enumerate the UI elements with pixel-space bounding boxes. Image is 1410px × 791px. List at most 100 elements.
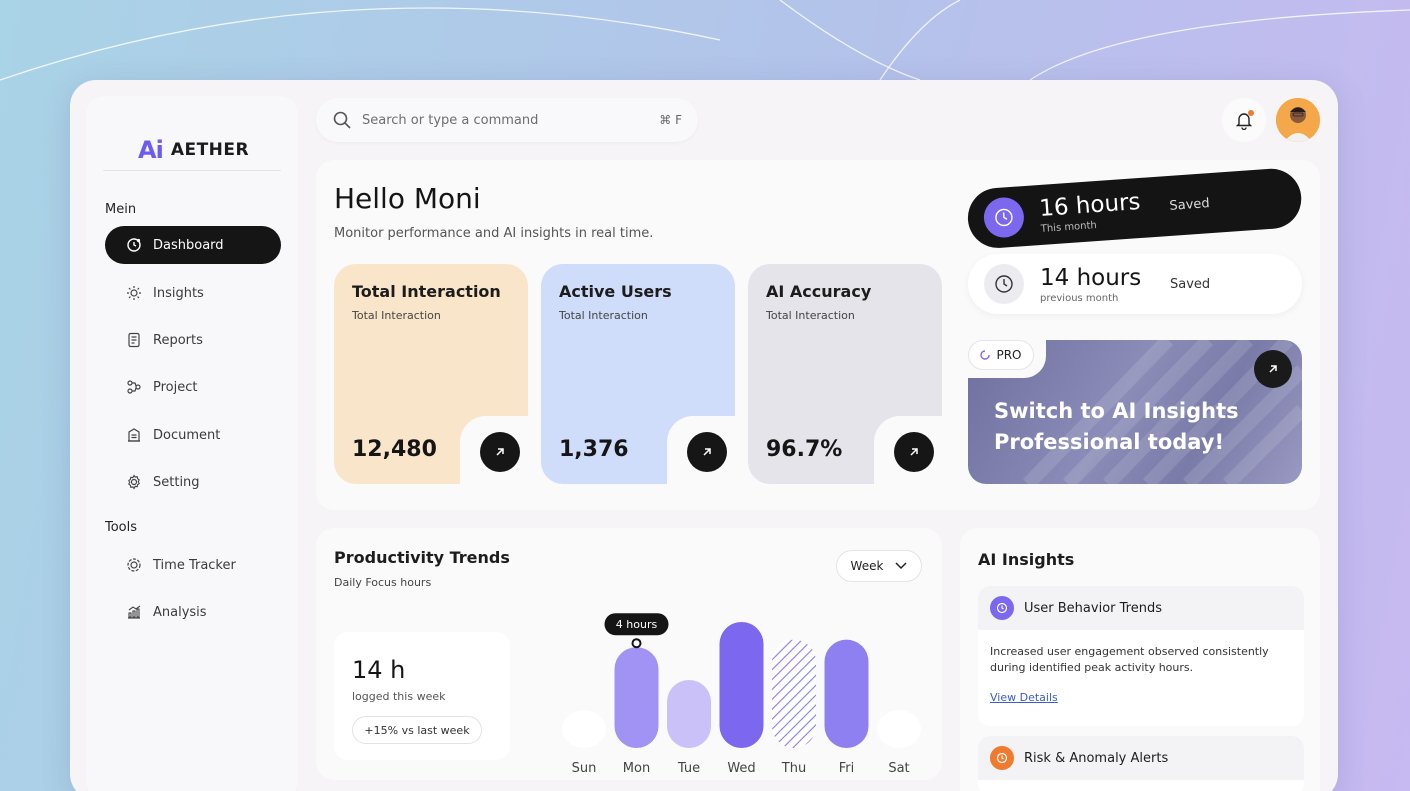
alert-clock-icon [990,746,1014,770]
brand-name: AETHER [170,140,250,160]
search-shortcut: ⌘ F [659,113,682,127]
sidebar-item-document[interactable]: Document [105,416,281,454]
open-button[interactable] [894,432,934,472]
logo[interactable]: Ai AETHER [138,136,249,164]
bar-fri[interactable] [824,639,869,748]
overview-panel: Hello Moni Monitor performance and AI in… [316,160,1320,510]
sidebar-item-reports[interactable]: Reports [105,321,281,359]
bar-sat[interactable] [877,710,921,748]
sidebar-item-label: Time Tracker [153,557,236,573]
stat-card-ai-accuracy[interactable]: AI Accuracy Total Interaction 96.7% [748,264,942,484]
arrow-up-right-icon [496,448,504,456]
view-details-link[interactable]: View Details [990,690,1058,706]
arrow-up-right-icon [1269,365,1277,373]
sidebar: Ai AETHER Mein Dashboard Insights Report… [86,96,298,791]
change-badge: +15% vs last week [352,716,482,744]
sidebar-divider [103,170,281,171]
stat-title: AI Accuracy [766,282,872,301]
stat-card-total-interaction[interactable]: Total Interaction Total Interaction 12,4… [334,264,528,484]
stat-title: Active Users [559,282,672,301]
page-title: Hello Moni [334,182,481,215]
pro-badge[interactable]: PRO [968,340,1034,370]
bar-mon[interactable] [614,647,659,748]
section-label-main: Mein [105,202,137,217]
sidebar-item-time-tracker[interactable]: Time Tracker [105,546,281,584]
sidebar-item-setting[interactable]: Setting [105,463,281,501]
insight-card-risk-alerts[interactable]: Risk & Anomaly Alerts [978,736,1304,791]
bar-tue[interactable] [667,679,711,748]
sun-icon [125,284,143,302]
insight-title: User Behavior Trends [1024,600,1162,616]
bar-thu[interactable] [772,639,816,748]
bar-sun[interactable] [562,710,606,748]
productivity-subtitle: Daily Focus hours [334,576,432,589]
x-tick-label: Tue [677,761,700,776]
logged-subtitle: logged this week [352,690,446,703]
sidebar-item-label: Document [153,427,221,443]
productivity-panel: Productivity Trends Daily Focus hours We… [316,528,942,780]
sidebar-item-project[interactable]: Project [105,368,281,406]
open-button[interactable] [480,432,520,472]
sidebar-item-label: Project [153,379,198,395]
clock-icon [982,196,1026,239]
avatar[interactable] [1276,98,1320,142]
notification-button[interactable] [1222,98,1266,142]
bar-wed[interactable] [719,622,764,748]
ai-insights-title: AI Insights [978,550,1075,569]
range-select[interactable]: Week [836,550,922,582]
notification-dot [1248,110,1254,116]
open-button[interactable] [687,432,727,472]
spinner-icon [980,350,991,360]
x-tick-label: Fri [839,761,855,776]
insight-body: Increased user engagement observed consi… [978,630,1304,706]
pro-open-button[interactable] [1254,350,1292,388]
document-icon [125,426,143,444]
logged-value: 14 h [352,656,406,684]
focus-hours-chart: Sun Mon Tue Wed Thu Fri Sat 4 hours [562,613,921,776]
pro-badge-label: PRO [996,348,1022,362]
sidebar-item-analysis[interactable]: Analysis [105,593,281,631]
stat-title: Total Interaction [352,282,501,301]
insight-clock-icon [990,596,1014,620]
insight-card-user-behavior[interactable]: User Behavior Trends Increased user enga… [978,586,1304,726]
x-tick-label: Thu [781,761,806,776]
pro-line-2: Professional today! [994,430,1225,454]
pro-line-1: Switch to AI Insights [994,399,1239,423]
sidebar-item-label: Reports [153,332,203,348]
card-notch [667,416,735,484]
x-tick-label: Mon [623,761,650,776]
chart-tooltip: 4 hours [604,613,669,649]
x-tick-label: Wed [727,761,755,776]
hours-status: Saved [1168,195,1211,214]
chevron-down-icon [895,562,907,570]
stat-subtitle: Total Interaction [766,309,855,322]
search-icon [333,111,351,129]
card-notch [874,416,942,484]
search-bar[interactable]: ⌘ F [316,98,698,142]
stat-subtitle: Total Interaction [352,309,441,322]
ai-insights-panel: AI Insights User Behavior Trends Increas… [960,528,1320,791]
timer-icon [125,556,143,574]
hours-subtitle: previous month [1040,292,1119,304]
report-icon [125,331,143,349]
range-select-value: Week [850,559,884,573]
pro-badge-cutout: PRO [960,332,1046,378]
stat-card-active-users[interactable]: Active Users Total Interaction 1,376 [541,264,735,484]
dashboard-icon [125,236,143,254]
stat-value: 12,480 [352,437,437,462]
gear-icon [125,473,143,491]
page-subtitle: Monitor performance and AI insights in r… [334,226,654,241]
search-input[interactable] [362,112,632,128]
sidebar-item-label: Analysis [153,604,207,620]
insight-card-header: Risk & Anomaly Alerts [978,736,1304,780]
hours-card-previous[interactable]: 14 hours previous month Saved [968,254,1302,314]
sidebar-item-insights[interactable]: Insights [105,274,281,312]
x-tick-label: Sat [888,761,909,776]
hours-card-current[interactable]: 16 hours This month Saved [965,166,1304,250]
avatar-image [1276,98,1320,142]
sidebar-item-dashboard[interactable]: Dashboard [105,226,281,264]
tooltip-marker [631,638,642,649]
sidebar-item-label: Insights [153,285,204,301]
hours-value: 14 hours [1040,264,1142,291]
arrow-up-right-icon [910,448,918,456]
